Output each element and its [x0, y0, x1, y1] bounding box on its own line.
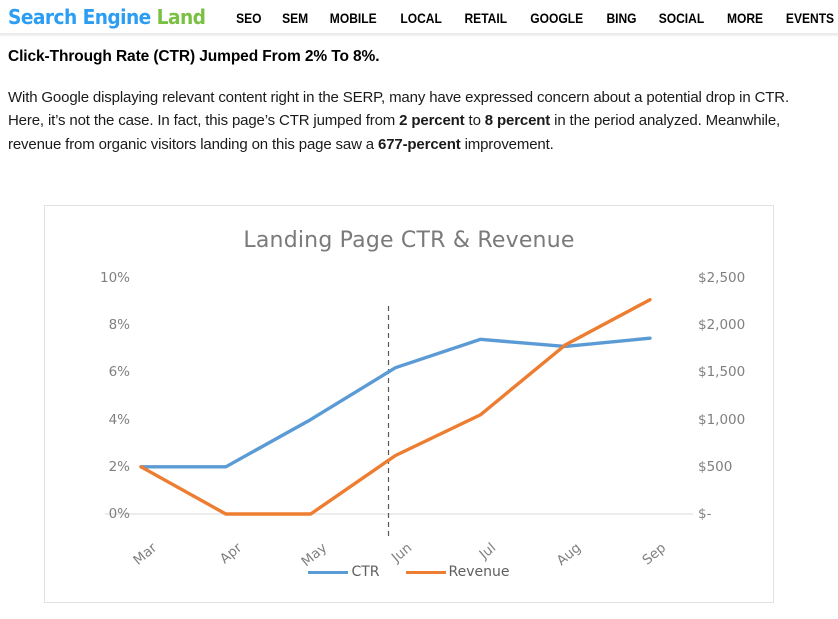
- y-axis-right-tick: $2,500: [698, 270, 746, 286]
- y-axis-left-tick: 0%: [108, 506, 130, 522]
- nav-item-bing[interactable]: BING: [606, 10, 636, 26]
- y-axis-right-tick: $-: [698, 506, 712, 522]
- nav-item-local[interactable]: LOCAL: [400, 10, 441, 26]
- y-axis-left-tick: 2%: [108, 458, 130, 475]
- y-axis-right-tick: $500: [698, 458, 733, 475]
- legend-label-revenue: Revenue: [448, 564, 510, 580]
- paragraph-bold-3: 677-percent: [378, 135, 461, 153]
- chart-plot-area: 0% 2% 4% 6% 8% 10% $- $500 $1,000 $1,500 $2,000 $2,…: [45, 206, 775, 604]
- site-logo[interactable]: Search Engine Land: [8, 5, 206, 29]
- site-navbar: Search Engine Land SEO SEM MOBILE LOCAL …: [0, 0, 838, 36]
- article-body: Click-Through Rate (CTR) Jumped From 2% …: [0, 36, 838, 156]
- legend-item-revenue[interactable]: Revenue: [405, 564, 510, 580]
- chart-line-revenue: [139, 298, 652, 516]
- legend-label-ctr: CTR: [351, 564, 380, 580]
- nav-item-sem[interactable]: SEM: [282, 10, 308, 26]
- y-axis-right-tick: $2,000: [698, 317, 746, 334]
- article-paragraph: With Google displaying relevant content …: [8, 86, 820, 156]
- nav-item-google[interactable]: GOOGLE: [531, 10, 584, 26]
- logo-text-primary: Search Engine: [8, 5, 151, 29]
- y-axis-left-tick: 6%: [108, 364, 130, 381]
- legend-swatch-revenue: [405, 570, 446, 574]
- nav-item-social[interactable]: SOCIAL: [659, 10, 704, 26]
- nav-item-more[interactable]: MORE: [727, 10, 763, 26]
- y-axis-left-tick: 10%: [99, 270, 130, 286]
- nav-item-retail[interactable]: RETAIL: [464, 10, 507, 26]
- paragraph-bold-2: 8 percent: [484, 112, 551, 130]
- paragraph-segment-2: to: [464, 112, 485, 130]
- y-axis-right-tick: $1,500: [698, 364, 746, 381]
- logo-text-secondary: Land: [156, 5, 206, 29]
- page-title: Click-Through Rate (CTR) Jumped From 2% …: [8, 48, 380, 65]
- legend-swatch-ctr: [308, 570, 349, 574]
- legend-item-ctr[interactable]: CTR: [308, 564, 380, 580]
- paragraph-segment-4: improvement.: [460, 135, 554, 153]
- chart-svg: [105, 298, 693, 536]
- nav-item-events[interactable]: EVENTS: [786, 10, 834, 26]
- nav-item-seo[interactable]: SEO: [236, 10, 261, 26]
- chart-line-ctr: [139, 336, 652, 469]
- y-axis-right-tick: $1,000: [698, 411, 746, 428]
- y-axis-left-tick: 4%: [108, 411, 130, 428]
- y-axis-left-tick: 8%: [108, 317, 130, 334]
- paragraph-bold-1: 2 percent: [399, 112, 465, 130]
- chart-container: Landing Page CTR & Revenue 0% 2% 4% 6% 8% 10%…: [44, 205, 774, 603]
- nav-item-mobile[interactable]: MOBILE: [330, 10, 377, 26]
- main-nav: SEO SEM MOBILE LOCAL RETAIL GOOGLE BING …: [234, 10, 837, 26]
- chart-legend: CTR Revenue: [45, 564, 773, 580]
